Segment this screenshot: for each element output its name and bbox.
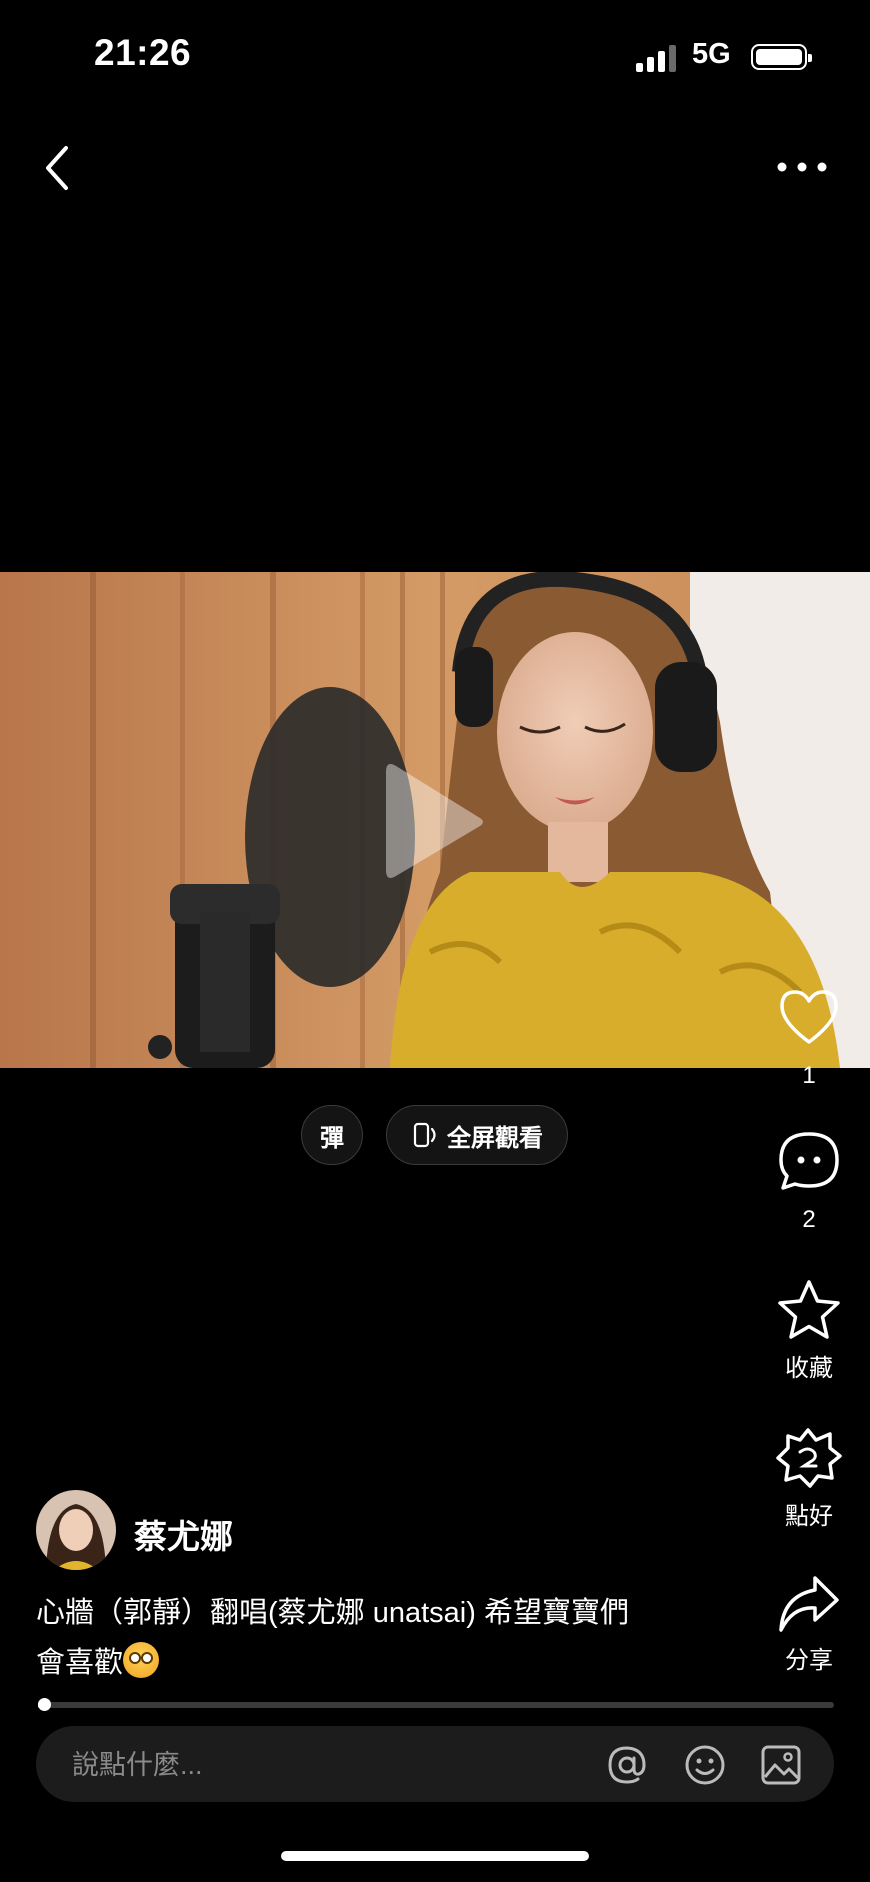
danmaku-toggle-button[interactable]: 彈 bbox=[301, 1105, 363, 1165]
author-name[interactable]: 蔡尤娜 bbox=[134, 1510, 233, 1558]
image-icon bbox=[761, 1745, 801, 1785]
caption-line-2-wrapper: 會喜歡 bbox=[36, 1638, 696, 1688]
image-button[interactable] bbox=[760, 1744, 802, 1786]
rotate-phone-icon bbox=[413, 1122, 436, 1148]
more-button[interactable] bbox=[774, 152, 830, 182]
signal-icon bbox=[636, 44, 680, 72]
flushed-emoji-icon bbox=[123, 1642, 160, 1678]
smiley-icon bbox=[685, 1745, 725, 1785]
play-button[interactable] bbox=[380, 760, 490, 880]
comment-bubble-icon bbox=[779, 1132, 839, 1190]
good-button[interactable]: 點好 bbox=[768, 1426, 850, 1531]
good-label: 點好 bbox=[785, 1503, 833, 1530]
share-label: 分享 bbox=[785, 1647, 833, 1674]
comment-button[interactable]: 2 bbox=[768, 1130, 850, 1234]
more-horizontal-icon bbox=[777, 162, 827, 172]
avatar-image bbox=[36, 1490, 116, 1570]
fullscreen-label: 全屏觀看 bbox=[447, 1124, 543, 1152]
danmaku-label: 彈 bbox=[320, 1124, 344, 1152]
comment-input[interactable] bbox=[70, 1726, 594, 1804]
back-button[interactable] bbox=[40, 142, 80, 194]
status-time: 21:26 bbox=[94, 32, 192, 73]
favorite-label: 收藏 bbox=[785, 1355, 833, 1382]
battery-icon bbox=[751, 44, 812, 70]
favorite-button[interactable]: 收藏 bbox=[768, 1278, 850, 1383]
video-caption: 心牆（郭靜）翻唱(蔡尤娜 unatsai) 希望寶寶們 會喜歡 bbox=[36, 1588, 696, 1688]
play-icon bbox=[386, 764, 483, 878]
at-sign-icon bbox=[608, 1746, 646, 1784]
comment-bar bbox=[36, 1726, 834, 1804]
emoji-button[interactable] bbox=[684, 1744, 726, 1786]
like-count: 1 bbox=[802, 1062, 816, 1089]
mention-button[interactable] bbox=[606, 1744, 648, 1786]
share-button[interactable]: 分享 bbox=[768, 1574, 850, 1675]
chevron-left-icon bbox=[46, 146, 68, 190]
video-progress-bar[interactable] bbox=[38, 1698, 834, 1711]
home-indicator bbox=[281, 1851, 589, 1861]
like-button[interactable]: 1 bbox=[768, 988, 850, 1090]
caption-line-2: 會喜歡 bbox=[36, 1647, 124, 1679]
comment-count: 2 bbox=[802, 1206, 816, 1233]
author-avatar[interactable] bbox=[36, 1490, 116, 1570]
burst-badge-icon bbox=[776, 1428, 842, 1488]
fullscreen-button[interactable]: 全屏觀看 bbox=[386, 1105, 568, 1165]
share-arrow-icon bbox=[779, 1576, 839, 1632]
network-type: 5G bbox=[692, 38, 731, 70]
progress-knob[interactable] bbox=[38, 1698, 51, 1711]
heart-icon bbox=[780, 990, 838, 1044]
caption-line-1: 心牆（郭靜）翻唱(蔡尤娜 unatsai) 希望寶寶們 bbox=[36, 1597, 629, 1629]
star-icon bbox=[778, 1280, 840, 1339]
